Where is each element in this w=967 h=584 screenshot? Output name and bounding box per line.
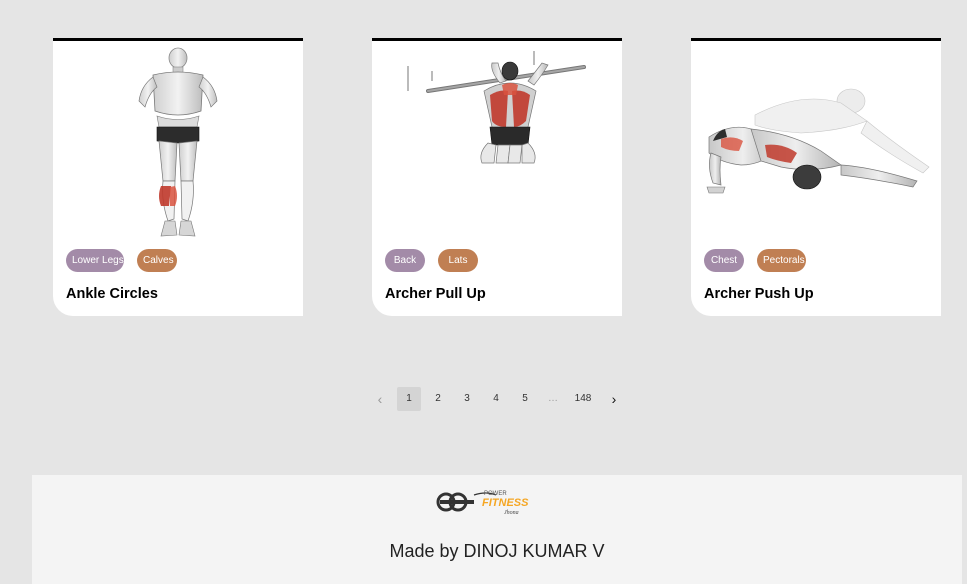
page-button-3[interactable]: 3	[455, 387, 479, 411]
previous-page-button[interactable]: ‹	[368, 387, 392, 411]
exercise-card[interactable]: Lower Legs Calves Ankle Circles	[53, 38, 303, 316]
chevron-right-icon: ›	[611, 391, 617, 407]
logo-main-text: FITNESS	[482, 497, 529, 509]
footer-credit: Made by DINOJ KUMAR V	[389, 541, 605, 561]
body-part-chip[interactable]: Back	[385, 249, 425, 272]
page-button-4[interactable]: 4	[484, 387, 508, 411]
exercise-card[interactable]: Back Lats Archer Pull Up	[372, 38, 622, 316]
pagination-ellipsis: …	[548, 393, 558, 404]
exercise-card[interactable]: Chest Pectorals Archer Push Up	[691, 38, 941, 316]
target-muscle-chip[interactable]: Calves	[137, 249, 177, 272]
chevron-left-icon: ‹	[377, 391, 383, 407]
exercise-image	[372, 41, 622, 241]
next-page-button[interactable]: ›	[602, 387, 626, 411]
exercise-image	[691, 41, 941, 241]
page-button-1[interactable]: 1	[397, 387, 421, 411]
footer: POWER FITNESS Jhona Made by DINOJ KUMAR …	[32, 475, 962, 584]
power-fitness-logo[interactable]: POWER FITNESS Jhona	[436, 487, 554, 517]
target-muscle-chip[interactable]: Lats	[438, 249, 478, 272]
body-part-chip[interactable]: Lower Legs	[66, 249, 124, 272]
target-muscle-chip[interactable]: Pectorals	[757, 249, 806, 272]
body-part-chip[interactable]: Chest	[704, 249, 744, 272]
exercise-title: Archer Pull Up	[385, 286, 486, 302]
exercise-title: Ankle Circles	[66, 286, 158, 302]
page-button-last[interactable]: 148	[569, 387, 597, 411]
exercise-title: Archer Push Up	[704, 286, 814, 302]
page-button-2[interactable]: 2	[426, 387, 450, 411]
logo-sub-text: Jhona	[504, 510, 519, 516]
page-button-5[interactable]: 5	[513, 387, 537, 411]
exercise-image	[53, 41, 303, 241]
